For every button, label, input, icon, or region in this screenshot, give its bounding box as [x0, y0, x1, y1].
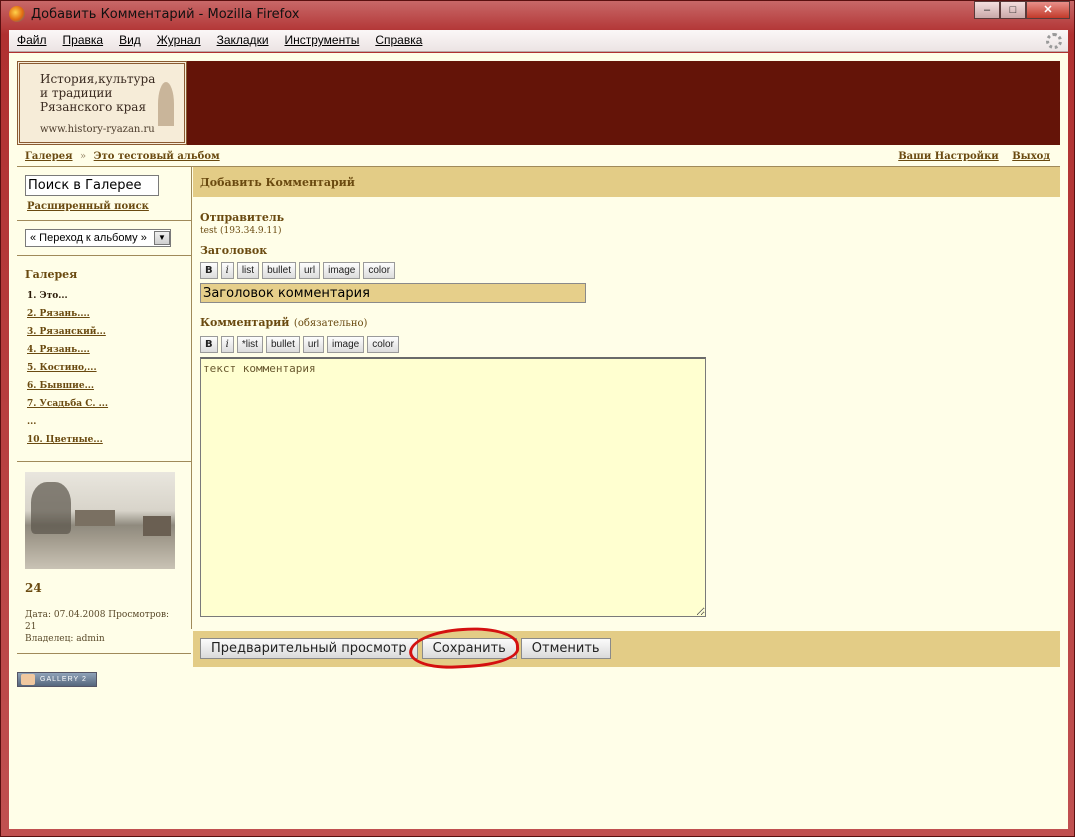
user-links: Ваши Настройки Выход [888, 151, 1050, 162]
list-button[interactable]: *list [236, 336, 263, 353]
close-button[interactable]: ✕ [1026, 1, 1070, 19]
menu-file[interactable]: Файл [17, 30, 55, 47]
album-link[interactable]: 7. Усадьба С. ... [27, 399, 108, 409]
bold-button[interactable]: B [200, 336, 218, 353]
title-bar: Добавить Комментарий - Mozilla Firefox –… [1, 1, 1075, 29]
comment-textarea[interactable]: текст комментария [200, 357, 706, 617]
album-list: 1. Это... 2. Рязань.... 3. Рязанский... … [25, 291, 183, 453]
sender-label: Отправитель [200, 211, 285, 224]
site-banner: История,культура и традиции Рязанского к… [17, 61, 1060, 145]
breadcrumb-album-link[interactable]: Это тестовый альбом [94, 151, 220, 162]
main-panel: Добавить Комментарий Отправитель test (1… [193, 167, 1060, 667]
logout-link[interactable]: Выход [1012, 151, 1050, 162]
album-ellipsis: ... [27, 417, 37, 427]
italic-button[interactable]: i [220, 262, 234, 279]
subject-label: Заголовок [200, 244, 268, 257]
advanced-search-link[interactable]: Расширенный поиск [27, 201, 183, 212]
album-link[interactable]: 5. Костино,... [27, 363, 97, 373]
logo-line-3: Рязанского края [40, 100, 147, 114]
album-jump-select[interactable]: « Переход к альбому » ▼ [25, 229, 171, 247]
breadcrumb-gallery-link[interactable]: Галерея [25, 151, 73, 162]
badge-text: GALLERY 2 [40, 676, 87, 683]
comment-toolbar: B i *list bullet url image color [200, 336, 1053, 353]
firefox-icon [9, 6, 25, 22]
item-preview-block: 24 Дата: 07.04.2008 Просмотров: 21 Владе… [17, 462, 191, 654]
gallery2-badge[interactable]: GALLERY 2 [17, 672, 97, 687]
sidebar: Расширенный поиск « Переход к альбому » … [17, 167, 192, 654]
album-link[interactable]: 2. Рязань.... [27, 309, 90, 319]
save-button[interactable]: Сохранить [421, 638, 517, 659]
page-viewport: История,культура и традиции Рязанского к… [9, 53, 1068, 829]
menu-help[interactable]: Справка [375, 30, 430, 47]
list-button[interactable]: list [236, 262, 260, 279]
url-button[interactable]: url [298, 262, 321, 279]
album-link[interactable]: 10. Цветные... [27, 435, 103, 445]
bullet-button[interactable]: bullet [262, 262, 296, 279]
form-buttons: Предварительный просмотр Сохранить Отмен… [193, 631, 1060, 667]
comment-form: Отправитель test (193.34.9.11) Заголовок… [193, 197, 1060, 636]
window-title: Добавить Комментарий - Mozilla Firefox [31, 7, 300, 22]
image-button[interactable]: image [323, 262, 361, 279]
item-title: 24 [25, 581, 42, 595]
maximize-button[interactable]: □ [1000, 1, 1026, 19]
gallery-heading: Галерея [25, 268, 78, 281]
breadcrumb-separator: » [80, 151, 87, 162]
album-item[interactable]: 1. Это... [25, 291, 183, 309]
search-block: Расширенный поиск [17, 167, 191, 221]
logo-line-1: История,культура [40, 72, 156, 86]
image-button[interactable]: image [326, 336, 365, 353]
gallery-logo-icon [21, 674, 35, 685]
menu-bookmarks[interactable]: Закладки [217, 30, 277, 47]
menu-history[interactable]: Журнал [157, 30, 209, 47]
album-link[interactable]: 4. Рязань.... [27, 345, 90, 355]
album-jump-value: « Переход к альбому » [30, 232, 147, 244]
subject-toolbar: B i list bullet url image color [200, 262, 1053, 279]
album-item: 4. Рязань.... [25, 345, 183, 363]
logo-line-2: и традиции [40, 86, 113, 100]
item-date-views: Дата: 07.04.2008 Просмотров: 21 [25, 610, 170, 632]
bold-button[interactable]: B [200, 262, 218, 279]
color-button[interactable]: color [363, 262, 396, 279]
menu-bar: Файл Правка Вид Журнал Закладки Инструме… [9, 30, 1068, 52]
gallery-nav-block: Галерея 1. Это... 2. Рязань.... 3. Рязан… [17, 256, 191, 462]
search-input[interactable] [25, 175, 159, 196]
item-thumbnail[interactable] [25, 472, 175, 569]
album-link[interactable]: 6. Бывшие... [27, 381, 94, 391]
album-link[interactable]: 3. Рязанский... [27, 327, 106, 337]
window-controls: – □ ✕ [974, 1, 1070, 19]
menu-tools[interactable]: Инструменты [285, 30, 368, 47]
minimize-button[interactable]: – [974, 1, 1000, 19]
browser-window: Добавить Комментарий - Mozilla Firefox –… [0, 0, 1075, 837]
italic-button[interactable]: i [220, 336, 234, 353]
album-item: 10. Цветные... [25, 435, 183, 453]
album-item: 2. Рязань.... [25, 309, 183, 327]
throbber-icon [1046, 33, 1062, 49]
church-icon [158, 82, 174, 126]
url-button[interactable]: url [302, 336, 324, 353]
breadcrumb: Галерея » Это тестовый альбом [25, 151, 220, 162]
comment-required-note: (обязательно) [293, 318, 368, 329]
settings-link[interactable]: Ваши Настройки [898, 151, 999, 162]
menu-edit[interactable]: Правка [63, 30, 112, 47]
subject-input[interactable] [200, 283, 586, 303]
color-button[interactable]: color [367, 336, 399, 353]
album-item: 3. Рязанский... [25, 327, 183, 345]
menu-view[interactable]: Вид [119, 30, 149, 47]
album-item: 6. Бывшие... [25, 381, 183, 399]
page-title: Добавить Комментарий [193, 167, 1060, 197]
album-item: 7. Усадьба С. ... [25, 399, 183, 417]
sender-value: test (193.34.9.11) [200, 226, 282, 236]
album-item: 5. Костино,... [25, 363, 183, 381]
item-owner: Владелец: admin [25, 634, 105, 644]
bullet-button[interactable]: bullet [265, 336, 300, 353]
jump-block: « Переход к альбому » ▼ [17, 221, 191, 256]
preview-button[interactable]: Предварительный просмотр [200, 638, 418, 659]
site-logo[interactable]: История,культура и традиции Рязанского к… [17, 61, 187, 145]
logo-url: www.history-ryazan.ru [40, 124, 155, 135]
comment-label: Комментарий [200, 316, 290, 329]
cancel-button[interactable]: Отменить [520, 638, 611, 659]
chevron-down-icon[interactable]: ▼ [154, 231, 170, 245]
